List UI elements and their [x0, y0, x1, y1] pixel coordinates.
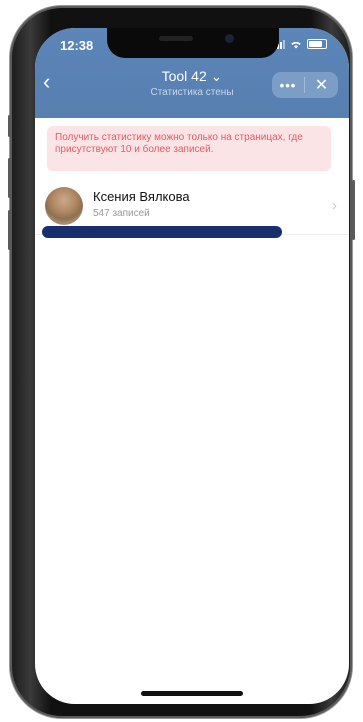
volume-down-button — [8, 210, 11, 250]
notice-banner: Получить статистику можно только на стра… — [47, 126, 331, 171]
battery-icon — [307, 39, 327, 49]
menu-pill: ••• ✕ — [272, 72, 338, 98]
user-name: Ксения Вялкова — [93, 189, 190, 204]
header-title-block[interactable]: Tool 42 ⌄ Статистика стены — [95, 68, 289, 98]
mute-switch — [8, 115, 11, 137]
speaker — [159, 36, 193, 41]
avatar — [45, 187, 83, 225]
status-time: 12:38 — [60, 38, 94, 53]
redaction-bar — [42, 226, 282, 238]
home-indicator[interactable] — [141, 691, 243, 696]
app-subtitle: Статистика стены — [150, 87, 234, 98]
post-count: 547 записей — [93, 208, 150, 219]
chevron-right-icon: › — [332, 197, 337, 214]
close-icon[interactable]: ✕ — [305, 75, 338, 95]
volume-up-button — [8, 158, 11, 198]
back-icon[interactable]: ‹ — [43, 71, 61, 93]
more-icon[interactable]: ••• — [272, 78, 304, 93]
status-icons — [274, 39, 327, 49]
phone-screen: 12:38 ‹ Tool 42 ⌄ Статистика стены ••• ✕… — [35, 28, 349, 704]
notch — [107, 28, 279, 58]
camera-icon — [225, 34, 234, 43]
app-title: Tool 42 ⌄ — [161, 68, 223, 84]
power-button — [352, 180, 355, 240]
wifi-icon — [291, 41, 301, 48]
